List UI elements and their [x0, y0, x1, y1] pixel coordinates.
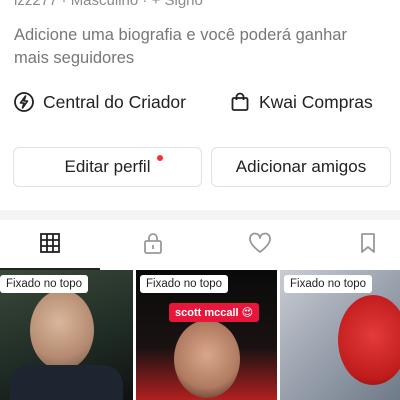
tab-grid[interactable]: [0, 220, 100, 270]
video-thumbnail-suit: [10, 365, 123, 400]
section-divider: [0, 210, 400, 220]
creator-center-label: Central do Criador: [43, 91, 186, 112]
video-thumbnail-face: [30, 290, 94, 370]
edit-profile-label: Editar perfil: [64, 157, 151, 176]
pinned-badge: Fixado no topo: [284, 275, 373, 293]
shop-link[interactable]: Kwai Compras: [229, 90, 373, 114]
lock-icon: [142, 231, 164, 260]
tab-liked[interactable]: [210, 220, 310, 270]
bookmark-icon: [358, 232, 378, 259]
heart-icon: [248, 232, 272, 259]
tab-saved[interactable]: [318, 220, 400, 270]
shopping-bag-icon: [229, 91, 251, 113]
pinned-badge: Fixado no topo: [140, 275, 229, 293]
profile-bio[interactable]: Adicione uma biografia e você poderá gan…: [14, 24, 386, 70]
profile-meta-line: lzz277 · Masculino · + Signo: [14, 0, 203, 9]
tab-private[interactable]: [103, 220, 203, 270]
creator-center-link[interactable]: Central do Criador: [13, 90, 186, 114]
video-tile[interactable]: Fixado no topo: [280, 270, 400, 400]
pinned-badge: Fixado no topo: [0, 275, 89, 293]
add-friends-button[interactable]: Adicionar amigos: [211, 147, 391, 187]
add-friends-label: Adicionar amigos: [235, 157, 367, 176]
profile-tabs: [0, 220, 400, 270]
video-tile[interactable]: Fixado no topo: [0, 270, 133, 400]
video-grid: Fixado no topo Fixado no topo scott mcca…: [0, 270, 400, 400]
video-thumbnail-face: [174, 320, 240, 398]
video-thumbnail-mask: [338, 295, 400, 385]
grid-icon: [39, 232, 61, 259]
notification-dot: [157, 155, 163, 161]
video-caption: scott mccall 😍: [169, 303, 260, 322]
video-tile[interactable]: Fixado no topo scott mccall 😍: [136, 270, 277, 400]
edit-profile-button[interactable]: Editar perfil: [13, 147, 202, 187]
lightning-circle-icon: [13, 91, 35, 113]
shop-label: Kwai Compras: [259, 91, 373, 112]
